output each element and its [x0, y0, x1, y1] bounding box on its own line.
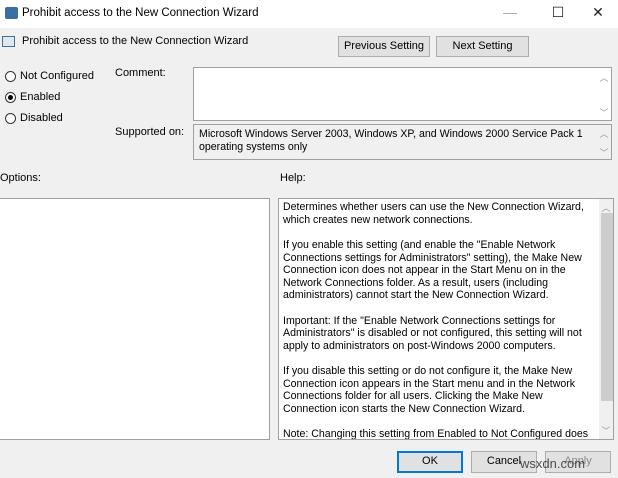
previous-setting-button[interactable]: Previous Setting — [338, 36, 430, 57]
radio-label: Enabled — [20, 91, 61, 103]
watermark: wsxdn.com — [520, 456, 586, 471]
comment-scrollbar[interactable]: ︿ ﹀ — [597, 68, 611, 120]
minimize-button[interactable]: — — [495, 4, 525, 20]
ok-button[interactable]: OK — [397, 451, 463, 473]
help-panel: Determines whether users can use the New… — [278, 198, 614, 440]
supported-on-field: Microsoft Windows Server 2003, Windows X… — [193, 124, 612, 160]
comment-textarea[interactable]: ︿ ﹀ — [193, 67, 612, 121]
next-setting-button[interactable]: Next Setting — [436, 36, 529, 57]
options-label: Options: — [0, 172, 41, 184]
radio-enabled[interactable]: Enabled — [5, 91, 60, 103]
supported-on-text: Microsoft Windows Server 2003, Windows X… — [199, 128, 583, 153]
scroll-down-icon[interactable]: ﹀ — [599, 424, 613, 437]
close-button[interactable]: ✕ — [583, 4, 613, 21]
help-label: Help: — [280, 172, 306, 184]
radio-label: Disabled — [20, 112, 63, 124]
supported-scrollbar[interactable]: ︿ ﹀ — [597, 125, 611, 159]
setting-name: Prohibit access to the New Connection Wi… — [22, 35, 249, 47]
policy-icon — [2, 36, 15, 47]
radio-disabled[interactable]: Disabled — [5, 112, 63, 124]
help-paragraph: Important: If the "Enable Network Connec… — [283, 314, 582, 352]
maximize-button[interactable]: ☐ — [543, 4, 573, 21]
radio-circle[interactable] — [5, 112, 16, 124]
radio-circle[interactable] — [5, 70, 16, 82]
help-paragraph: Determines whether users can use the New… — [283, 201, 584, 226]
title-bar: Prohibit access to the New Connection Wi… — [0, 0, 618, 28]
radio-not-configured[interactable]: Not Configured — [5, 70, 94, 82]
options-panel — [0, 198, 270, 440]
help-paragraph: Note: Changing this setting from Enabled… — [283, 428, 589, 440]
help-paragraph: If you enable this setting (and enable t… — [283, 239, 582, 301]
help-paragraph: If you disable this setting or do not co… — [283, 365, 576, 415]
help-scrollbar-thumb[interactable] — [601, 213, 613, 401]
radio-circle[interactable] — [5, 91, 16, 103]
window-title: Prohibit access to the New Connection Wi… — [22, 7, 259, 19]
help-text: Determines whether users can use the New… — [279, 199, 613, 440]
comment-label: Comment: — [115, 67, 166, 79]
supported-on-label: Supported on: — [115, 126, 185, 138]
app-icon — [5, 7, 18, 19]
radio-label: Not Configured — [20, 70, 94, 82]
